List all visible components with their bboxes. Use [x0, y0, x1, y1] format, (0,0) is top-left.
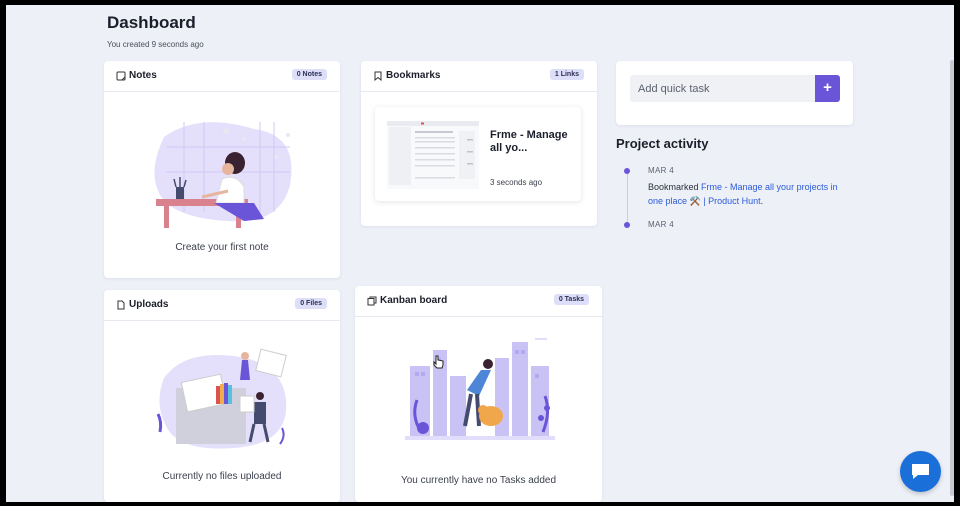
notes-title-label: Notes — [129, 70, 157, 81]
kanban-illustration — [405, 338, 555, 440]
plus-icon: + — [823, 79, 832, 96]
bookmarks-card-title: Bookmarks — [373, 70, 440, 81]
file-icon — [117, 300, 125, 309]
kanban-card[interactable]: Kanban board 0 Tasks You currently have … — [355, 286, 602, 502]
mouse-cursor-icon — [433, 355, 444, 369]
uploads-card[interactable]: Uploads 0 Files Currently no files uploa… — [104, 290, 340, 502]
uploads-illustration — [156, 348, 287, 449]
timeline-line — [627, 171, 628, 226]
notes-card-header: Notes 0 Notes — [104, 61, 340, 92]
activity-entry-suffix: . — [760, 196, 764, 206]
quick-task-input[interactable] — [630, 75, 816, 102]
activity-date: MAR 4 — [648, 166, 674, 175]
bookmark-title[interactable]: Frme - Manage all yo... — [490, 129, 570, 155]
uploads-title-label: Uploads — [129, 299, 169, 310]
timeline-dot — [624, 222, 630, 228]
activity-entry-prefix: Bookmarked — [648, 182, 702, 192]
uploads-count-badge: 0 Files — [295, 298, 327, 309]
bookmarks-card-header: Bookmarks 1 Links — [361, 61, 597, 92]
bookmarks-title-label: Bookmarks — [386, 70, 441, 81]
page-title: Dashboard — [107, 13, 196, 32]
kanban-card-title: Kanban board — [367, 295, 447, 306]
kanban-card-header: Kanban board 0 Tasks — [355, 286, 602, 317]
bookmarks-card[interactable]: Bookmarks 1 Links Frme - Manage all yo..… — [361, 61, 597, 226]
chat-button[interactable] — [900, 451, 941, 492]
uploads-empty-text: Currently no files uploaded — [162, 471, 282, 482]
uploads-card-header: Uploads 0 Files — [104, 290, 340, 321]
notes-empty-text: Create your first note — [175, 242, 269, 253]
kanban-icon — [367, 296, 377, 305]
add-quick-task-button[interactable]: + — [815, 75, 840, 102]
bookmark-thumbnail — [387, 121, 479, 189]
notes-card-title: Notes — [116, 70, 157, 81]
bookmark-time: 3 seconds ago — [490, 178, 543, 187]
page-subtitle: You created 9 seconds ago — [107, 40, 204, 49]
timeline-dot — [624, 168, 630, 174]
scrollbar[interactable] — [950, 60, 954, 496]
bookmark-item[interactable]: Frme - Manage all yo... 3 seconds ago — [375, 107, 581, 201]
uploads-card-title: Uploads — [116, 299, 168, 310]
chat-icon — [912, 464, 929, 479]
bookmarks-count-badge: 1 Links — [549, 69, 584, 80]
activity-entry-text: Bookmarked Frme - Manage all your projec… — [648, 180, 848, 208]
quick-task-card: + — [616, 61, 853, 125]
notes-icon — [116, 71, 126, 80]
app-frame: Dashboard You created 9 seconds ago Note… — [6, 5, 954, 502]
activity-date: MAR 4 — [648, 220, 674, 229]
notes-card[interactable]: Notes 0 Notes Create your first note — [104, 61, 340, 278]
bookmark-icon — [374, 71, 382, 81]
project-activity-title: Project activity — [616, 136, 709, 151]
kanban-count-badge: 0 Tasks — [553, 294, 589, 305]
notes-count-badge: 0 Notes — [291, 69, 327, 80]
kanban-empty-text: You currently have no Tasks added — [400, 475, 557, 486]
notes-illustration — [154, 122, 292, 228]
kanban-title-label: Kanban board — [380, 295, 448, 306]
